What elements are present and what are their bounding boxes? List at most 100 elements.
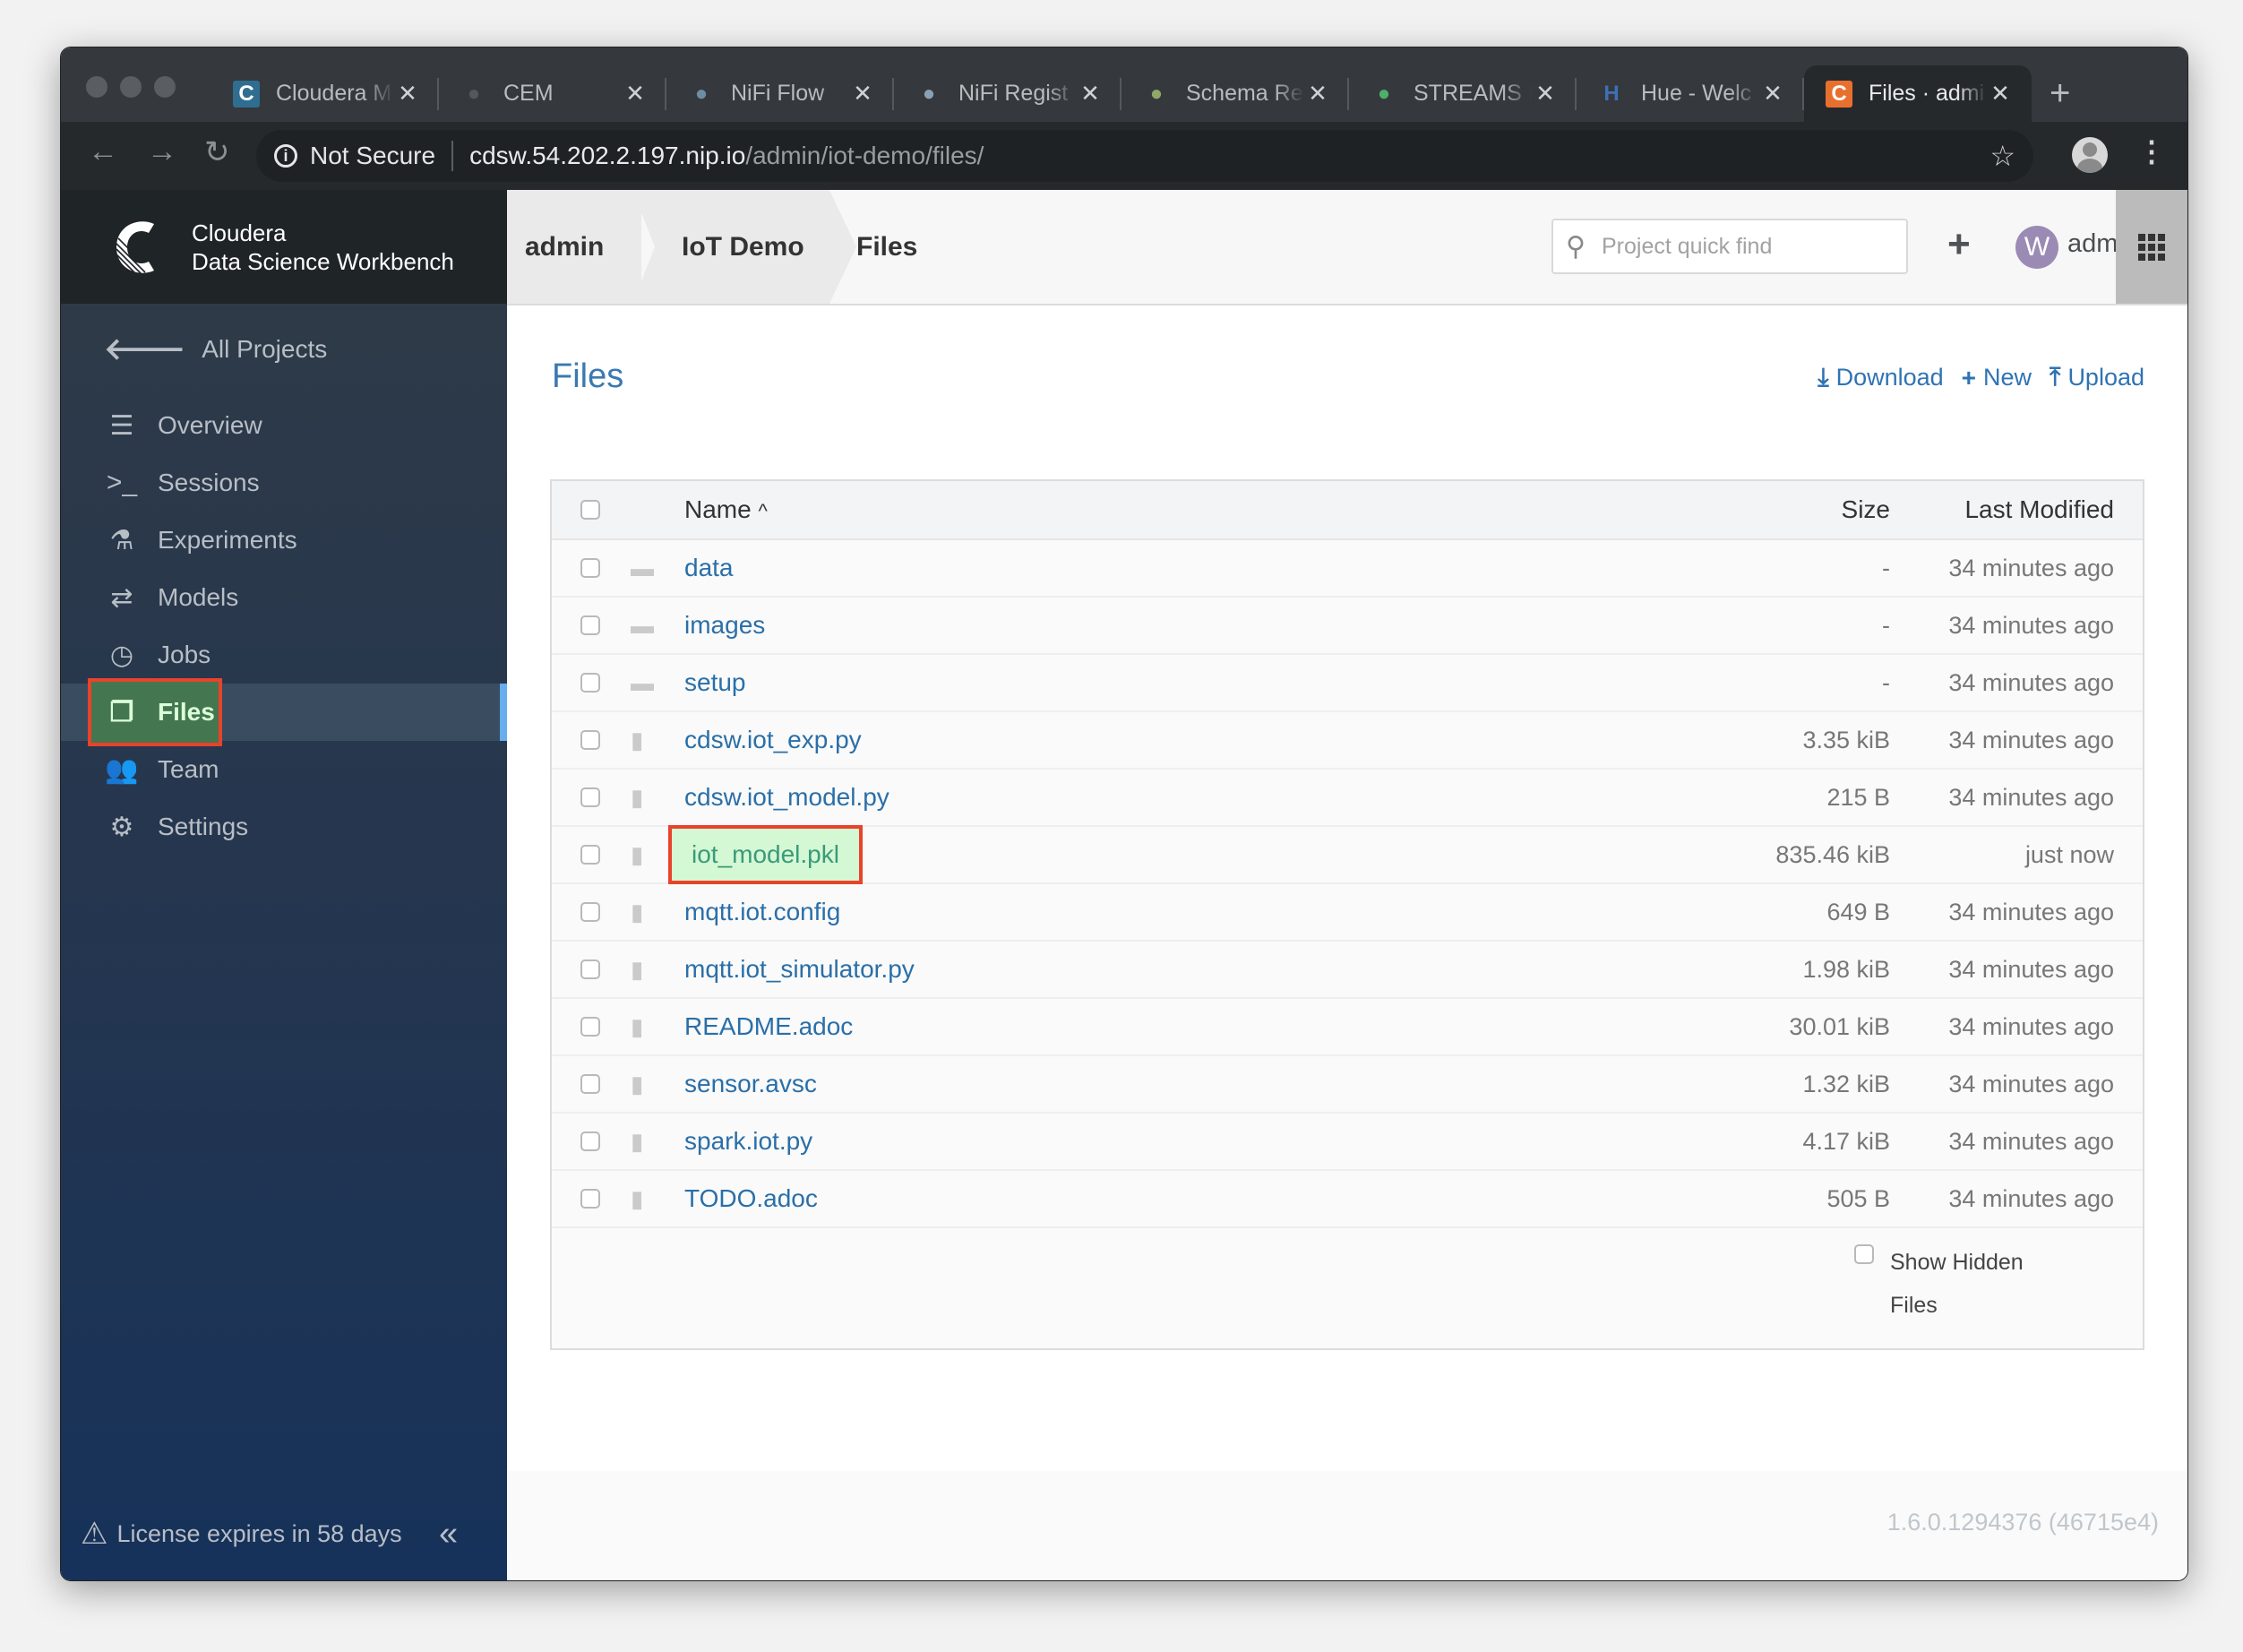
sidebar-item-label: Jobs	[158, 641, 211, 668]
add-project-button[interactable]: +	[1947, 222, 1971, 267]
table-row: ▬ images - 34 minutes ago	[552, 598, 2143, 655]
browser-tab[interactable]: H Hue - Welc ✕	[1577, 65, 1804, 122]
grid-icon	[2138, 233, 2165, 261]
close-tab-icon[interactable]: ✕	[394, 80, 421, 108]
file-name-link[interactable]: cdsw.iot_exp.py	[684, 726, 862, 754]
file-name-link[interactable]: TODO.adoc	[684, 1184, 818, 1213]
modified-column-header[interactable]: Last Modified	[1964, 495, 2114, 524]
row-checkbox[interactable]	[580, 1131, 600, 1151]
row-checkbox[interactable]	[580, 673, 600, 693]
row-checkbox[interactable]	[580, 1074, 600, 1094]
project-quick-find[interactable]: ⚲	[1551, 219, 1908, 274]
close-tab-icon[interactable]: ✕	[849, 80, 876, 108]
sidebar-item-sessions[interactable]: >_ Sessions	[61, 454, 507, 512]
upload-button[interactable]: ⤒ Upload	[2050, 363, 2144, 392]
profile-avatar-icon[interactable]	[2072, 137, 2108, 173]
breadcrumb-iot-demo[interactable]: IoT Demo	[632, 190, 856, 304]
breadcrumb-admin[interactable]: admin	[507, 190, 641, 304]
sidebar-item-files[interactable]: ❐ Files	[61, 678, 507, 746]
file-name-link[interactable]: mqtt.iot.config	[684, 898, 840, 926]
download-button[interactable]: ⤓ Download	[1818, 363, 1943, 392]
row-checkbox[interactable]	[580, 787, 600, 807]
reload-icon[interactable]: ↻	[204, 134, 230, 170]
bookmark-star-icon[interactable]: ☆	[1989, 139, 2015, 173]
url-divider	[451, 141, 454, 171]
file-icon: ▮	[631, 783, 644, 811]
new-button[interactable]: + New	[1962, 363, 2032, 392]
file-size: 3.35 kiB	[1802, 726, 1890, 753]
file-name-link[interactable]: cdsw.iot_model.py	[684, 783, 889, 812]
browser-tab[interactable]: ● STREAMS I ✕	[1349, 65, 1577, 122]
file-size: -	[1882, 554, 1890, 581]
url-field[interactable]: i Not Secure cdsw.54.202.2.197.nip.io/ad…	[256, 130, 2033, 182]
table-row: ▮ cdsw.iot_model.py 215 B 34 minutes ago	[552, 770, 2143, 827]
show-hidden-files[interactable]: Show Hidden Files	[1854, 1241, 2087, 1327]
size-column-header[interactable]: Size	[1842, 495, 1890, 524]
close-tab-icon[interactable]: ✕	[622, 80, 649, 108]
table-row: ▮ cdsw.iot_exp.py 3.35 kiB 34 minutes ago	[552, 712, 2143, 770]
browser-tab[interactable]: C Files · admi ✕	[1804, 65, 2032, 122]
close-tab-icon[interactable]: ✕	[1532, 80, 1559, 108]
sidebar-item-jobs[interactable]: ◷ Jobs	[61, 626, 507, 684]
user-avatar[interactable]: W	[2015, 226, 2058, 269]
address-bar: ← → ↻ i Not Secure cdsw.54.202.2.197.nip…	[61, 122, 2187, 190]
table-header: Name ^ Size Last Modified	[552, 481, 2143, 540]
row-checkbox[interactable]	[580, 730, 600, 750]
download-icon: ⤓	[1818, 363, 1829, 391]
browser-tab[interactable]: ● CEM ✕	[439, 65, 666, 122]
tab-title: Cloudera M	[276, 81, 392, 106]
name-column-header[interactable]: Name ^	[684, 495, 768, 524]
new-tab-button[interactable]: +	[2050, 65, 2070, 122]
file-name-link[interactable]: iot_model.pkl	[668, 825, 863, 884]
file-name-link[interactable]: setup	[684, 668, 746, 697]
info-icon[interactable]: i	[274, 144, 297, 168]
file-name-link[interactable]: sensor.avsc	[684, 1070, 817, 1098]
maximize-window-button[interactable]	[154, 76, 176, 98]
table-row: ▮ TODO.adoc 505 B 34 minutes ago	[552, 1171, 2143, 1228]
sidebar-item-models[interactable]: ⇄ Models	[61, 569, 507, 626]
row-checkbox[interactable]	[580, 845, 600, 865]
brand-logo[interactable]: Cloudera Data Science Workbench	[61, 190, 507, 304]
browser-menu-icon[interactable]: ⋮	[2137, 134, 2166, 168]
select-all-checkbox[interactable]	[580, 500, 600, 520]
search-input[interactable]	[1599, 232, 1872, 261]
sidebar-item-label: Experiments	[158, 526, 297, 554]
close-tab-icon[interactable]: ✕	[1304, 80, 1331, 108]
sidebar-item-settings[interactable]: ⚙ Settings	[61, 798, 507, 856]
show-hidden-checkbox[interactable]	[1854, 1244, 1874, 1264]
sidebar-item-experiments[interactable]: ⚗ Experiments	[61, 512, 507, 569]
close-tab-icon[interactable]: ✕	[1077, 80, 1104, 108]
row-checkbox[interactable]	[580, 902, 600, 922]
collapse-sidebar-icon[interactable]: «	[439, 1515, 458, 1553]
url-host: cdsw.54.202.2.197.nip.io	[469, 142, 746, 169]
file-size: -	[1882, 668, 1890, 696]
app-launcher-button[interactable]	[2116, 190, 2187, 304]
back-arrow-icon[interactable]: ←	[88, 134, 118, 169]
browser-tab[interactable]: ● Schema Re ✕	[1122, 65, 1349, 122]
file-name-link[interactable]: spark.iot.py	[684, 1127, 812, 1156]
file-name-link[interactable]: images	[684, 611, 765, 640]
all-projects-link[interactable]: 🡐 All Projects	[104, 331, 327, 367]
sidebar-item-team[interactable]: 👥 Team	[61, 741, 507, 798]
row-checkbox[interactable]	[580, 615, 600, 635]
row-checkbox[interactable]	[580, 1189, 600, 1209]
browser-tab[interactable]: C Cloudera M ✕	[211, 65, 439, 122]
browser-tab[interactable]: ● NiFi Regist ✕	[894, 65, 1122, 122]
file-name-link[interactable]: README.adoc	[684, 1012, 853, 1041]
forward-arrow-icon[interactable]: →	[147, 134, 177, 169]
files-icon: ❐	[109, 697, 134, 727]
close-tab-icon[interactable]: ✕	[1759, 80, 1786, 108]
browser-tab[interactable]: ● NiFi Flow ✕	[666, 65, 894, 122]
row-checkbox[interactable]	[580, 1017, 600, 1037]
minimize-window-button[interactable]	[120, 76, 142, 98]
search-icon: ⚲	[1566, 231, 1586, 262]
sidebar-item-overview[interactable]: ☰ Overview	[61, 397, 507, 454]
sidebar-item-label: Models	[158, 583, 239, 611]
row-checkbox[interactable]	[580, 558, 600, 578]
close-window-button[interactable]	[86, 76, 107, 98]
file-name-link[interactable]: mqtt.iot_simulator.py	[684, 955, 915, 984]
row-checkbox[interactable]	[580, 959, 600, 979]
close-tab-icon[interactable]: ✕	[1987, 80, 2014, 108]
license-warning: ⚠ License expires in 58 days	[81, 1516, 402, 1552]
file-name-link[interactable]: data	[684, 554, 734, 582]
